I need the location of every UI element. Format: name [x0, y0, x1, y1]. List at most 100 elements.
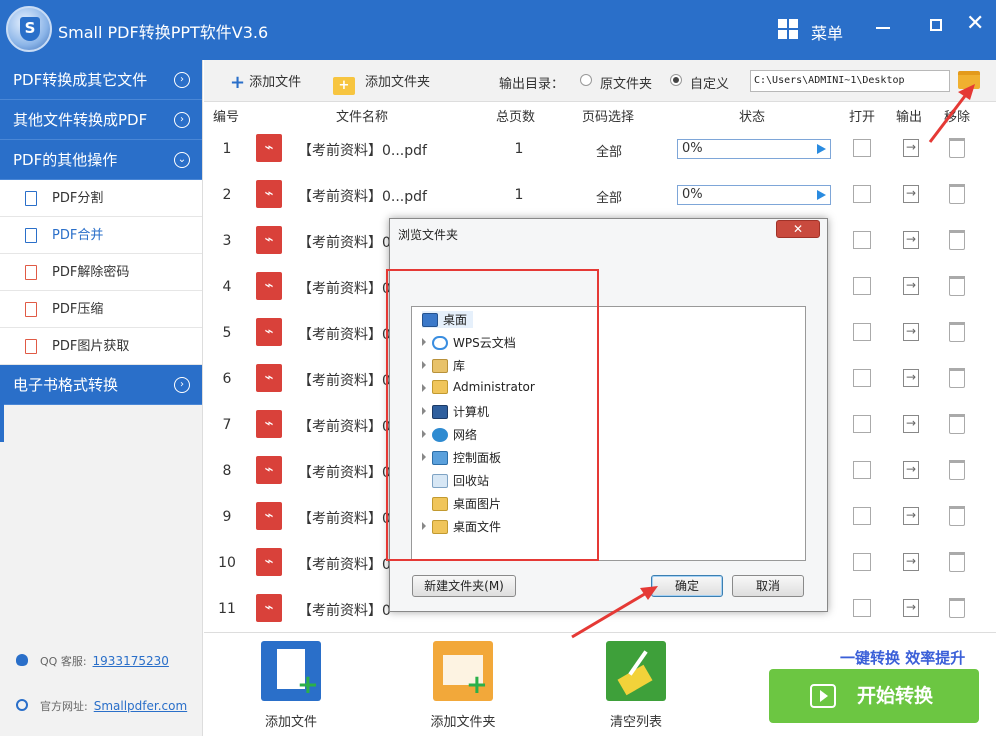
total-pages: 1	[514, 141, 524, 157]
output-icon[interactable]: →	[903, 139, 919, 157]
open-external-icon[interactable]	[853, 185, 871, 203]
sidebar-item-pdf-compress[interactable]: PDF压缩	[0, 291, 202, 328]
play-arrow-icon[interactable]	[817, 144, 826, 154]
table-header: 编号 文件名称 总页数 页码选择 状态 打开 输出 移除	[204, 103, 996, 125]
minimize-button[interactable]	[876, 27, 890, 29]
pdf-file-icon: ⌁	[256, 180, 282, 208]
open-external-icon[interactable]	[853, 461, 871, 479]
qq-support: QQ 客服: 1933175230	[16, 653, 169, 669]
open-external-icon[interactable]	[853, 415, 871, 433]
radio-custom-label: 自定义	[690, 77, 730, 92]
qq-number-link[interactable]: 1933175230	[93, 654, 169, 668]
sidebar-section-pdf-other-ops[interactable]: PDF的其他操作 ⌄	[0, 140, 202, 180]
add-folder-bottom-button[interactable]: 添加文件夹	[418, 711, 508, 730]
play-arrow-icon[interactable]	[817, 190, 826, 200]
file-name: 【考前资料】0	[298, 419, 391, 435]
pdf-file-icon	[25, 265, 37, 280]
open-external-icon[interactable]	[853, 553, 871, 571]
open-external-icon[interactable]	[853, 507, 871, 525]
col-header: 移除	[944, 110, 971, 125]
trash-icon[interactable]	[949, 138, 965, 158]
output-icon[interactable]: →	[903, 599, 919, 617]
output-icon[interactable]: →	[903, 507, 919, 525]
file-name: 【考前资料】0...pdf	[298, 189, 427, 205]
trash-icon[interactable]	[949, 414, 965, 434]
menu-button[interactable]: 菜单	[811, 20, 843, 44]
trash-icon[interactable]	[949, 598, 965, 618]
open-external-icon[interactable]	[853, 599, 871, 617]
sidebar-section-ebook-convert[interactable]: 电子书格式转换 ›	[0, 365, 202, 405]
sidebar-section-label: 电子书格式转换	[13, 376, 119, 394]
add-folder-big-icon[interactable]: +	[433, 641, 493, 701]
row-number: 7	[222, 417, 232, 433]
output-icon[interactable]: →	[903, 415, 919, 433]
close-button[interactable]: ✕	[966, 13, 984, 35]
sidebar-section-other-to-pdf[interactable]: 其他文件转换成PDF ›	[0, 100, 202, 140]
trash-icon[interactable]	[949, 322, 965, 342]
output-icon[interactable]: →	[903, 185, 919, 203]
sidebar-item-pdf-split[interactable]: PDF分割	[0, 180, 202, 217]
trash-icon[interactable]	[949, 184, 965, 204]
row-number: 11	[218, 601, 236, 617]
output-icon[interactable]: →	[903, 323, 919, 341]
dialog-close-button[interactable]: ✕	[776, 220, 820, 238]
add-file-bottom-button[interactable]: 添加文件	[246, 711, 336, 730]
pdf-file-icon: ⌁	[256, 226, 282, 254]
site-url-link[interactable]: Smallpdfer.com	[94, 699, 187, 713]
radio-original-folder[interactable]	[580, 74, 592, 86]
slogan: 一键转换 效率提升	[840, 649, 966, 667]
start-convert-button[interactable]: 开始转换	[769, 669, 979, 723]
row-number: 8	[222, 463, 232, 479]
page-range[interactable]: 全部	[596, 141, 622, 160]
trash-icon[interactable]	[949, 460, 965, 480]
page-range[interactable]: 全部	[596, 187, 622, 206]
browser-icon	[16, 699, 28, 711]
trash-icon[interactable]	[949, 552, 965, 572]
menu-grid-icon[interactable]	[778, 19, 798, 39]
file-name: 【考前资料】0	[298, 603, 391, 619]
open-external-icon[interactable]	[853, 323, 871, 341]
row-number: 3	[222, 233, 232, 249]
maximize-button[interactable]	[930, 19, 942, 31]
output-icon[interactable]: →	[903, 461, 919, 479]
row-number: 2	[222, 187, 232, 203]
output-icon[interactable]: →	[903, 277, 919, 295]
new-folder-button[interactable]: 新建文件夹(M)	[412, 575, 516, 597]
trash-icon[interactable]	[949, 506, 965, 526]
output-icon[interactable]: →	[903, 369, 919, 387]
sidebar-item-pdf-image-extract[interactable]: PDF图片获取	[0, 328, 202, 365]
row-number: 9	[222, 509, 232, 525]
sidebar-item-pdf-merge[interactable]: PDF合并	[0, 217, 202, 254]
open-external-icon[interactable]	[853, 277, 871, 295]
table-row[interactable]: 1 ⌁ 【考前资料】0...pdf 1 全部 0% →	[204, 126, 996, 172]
add-file-big-icon[interactable]: +	[261, 641, 321, 701]
browse-folder-icon[interactable]	[958, 71, 980, 89]
open-external-icon[interactable]	[853, 369, 871, 387]
cancel-button[interactable]: 取消	[732, 575, 804, 597]
output-path-field[interactable]: C:\Users\ADMINI~1\Desktop	[750, 70, 950, 92]
output-icon[interactable]: →	[903, 553, 919, 571]
trash-icon[interactable]	[949, 230, 965, 250]
add-file-button[interactable]: + 添加文件	[230, 71, 301, 93]
table-row[interactable]: 2 ⌁ 【考前资料】0...pdf 1 全部 0% →	[204, 172, 996, 218]
add-folder-button[interactable]: + 添加文件夹	[333, 71, 430, 95]
sidebar-item-pdf-unlock[interactable]: PDF解除密码	[0, 254, 202, 291]
annotation-highlight-box	[386, 269, 599, 561]
trash-icon[interactable]	[949, 276, 965, 296]
radio-custom-folder[interactable]	[670, 74, 682, 86]
sidebar-section-pdf-to-other[interactable]: PDF转换成其它文件 ›	[0, 60, 202, 100]
broom-icon[interactable]	[606, 641, 666, 701]
trash-icon[interactable]	[949, 368, 965, 388]
add-file-label: 添加文件	[249, 75, 302, 90]
open-external-icon[interactable]	[853, 231, 871, 249]
output-icon[interactable]: →	[903, 231, 919, 249]
pdf-file-icon: ⌁	[256, 364, 282, 392]
open-external-icon[interactable]	[853, 139, 871, 157]
pdf-file-icon: ⌁	[256, 548, 282, 576]
toolbar: + 添加文件 + 添加文件夹 输出目录： 原文件夹 自定义 C:\Users\ADM…	[204, 60, 996, 102]
ok-button[interactable]: 确定	[651, 575, 723, 597]
row-number: 4	[222, 279, 232, 295]
sidebar: PDF转换成其它文件 › 其他文件转换成PDF › PDF的其他操作 ⌄ PDF分割 …	[0, 60, 203, 736]
pdf-file-icon: ⌁	[256, 410, 282, 438]
clear-list-button[interactable]: 清空列表	[591, 711, 681, 730]
